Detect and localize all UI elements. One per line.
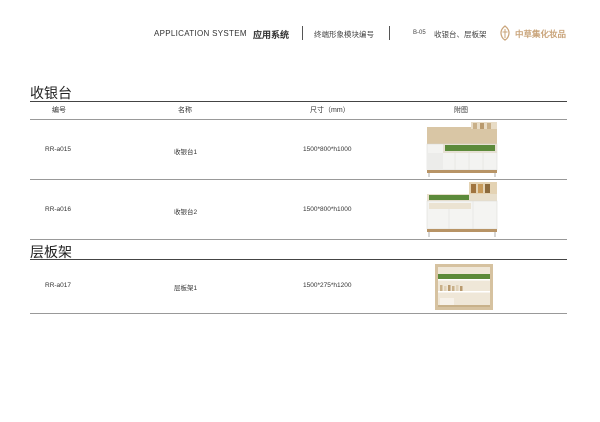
table-header: 编号 名称 尺寸（mm） 附图 <box>30 102 567 116</box>
cashier-counter-image <box>426 122 498 177</box>
col-size-header: 尺寸（mm） <box>310 107 350 114</box>
row-divider <box>30 313 567 314</box>
brand-name: 中草集化妆品 <box>515 29 567 39</box>
header-divider <box>302 26 303 40</box>
system-title-cn: 应用系统 <box>253 30 290 40</box>
row-name: 收银台1 <box>174 149 198 156</box>
row-size: 1500*275*h1200 <box>303 282 352 289</box>
row-name: 收银台2 <box>174 209 198 216</box>
row-code: RR-a017 <box>45 282 72 289</box>
row-divider <box>30 179 567 180</box>
page-code: B-05 <box>413 30 426 36</box>
row-name: 层板架1 <box>174 285 198 292</box>
system-title-en: APPLICATION SYSTEM <box>154 29 247 38</box>
section-title-cashier: 收银台 <box>30 85 72 101</box>
section-rule <box>30 259 567 260</box>
row-code: RR-a015 <box>45 146 72 153</box>
row-size: 1500*800*h1000 <box>303 146 352 153</box>
module-label: 终端形象模块编号 <box>314 30 374 39</box>
header-divider <box>389 26 390 40</box>
col-image-header: 附图 <box>454 107 468 114</box>
row-code: RR-a016 <box>45 206 72 213</box>
row-divider <box>30 239 567 240</box>
brand-logo: 中草集化妆品 <box>498 23 570 43</box>
category-label: 收银台、层板架 <box>434 30 487 39</box>
page-header: APPLICATION SYSTEM 应用系统 终端形象模块编号 B-05 收银… <box>0 22 600 46</box>
row-size: 1500*800*h1000 <box>303 206 352 213</box>
col-code-header: 编号 <box>52 107 66 114</box>
row-divider <box>30 119 567 120</box>
col-name-header: 名称 <box>178 107 192 114</box>
wall-shelf-image <box>435 264 493 310</box>
brand-logo-icon <box>500 25 510 41</box>
cashier-counter-image <box>426 182 498 237</box>
